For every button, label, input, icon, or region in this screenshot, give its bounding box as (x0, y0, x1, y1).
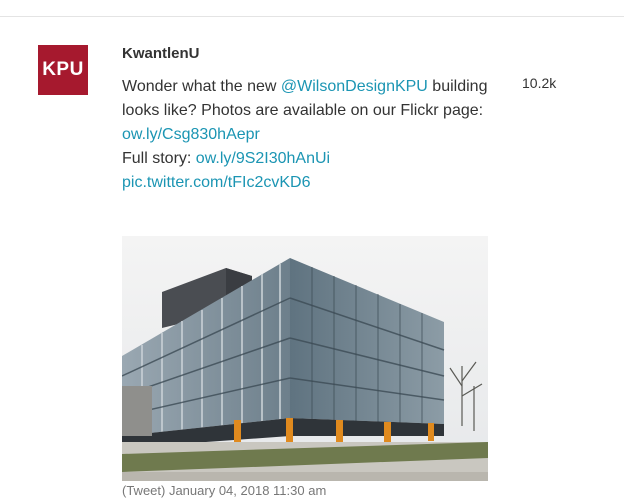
tweet-card[interactable]: KPU KwantlenU Wonder what the new @Wilso… (0, 17, 624, 504)
avatar[interactable]: KPU (38, 45, 88, 95)
story-link[interactable]: ow.ly/9S2I30hAnUi (196, 150, 330, 167)
pic-link[interactable]: pic.twitter.com/tFIc2cvKD6 (122, 174, 311, 191)
author-name[interactable]: KwantlenU (122, 45, 200, 62)
tweet-text-part: Full story: (122, 150, 196, 167)
tweet-photo[interactable] (122, 236, 488, 481)
avatar-logo-text: KPU (42, 59, 84, 80)
flickr-link[interactable]: ow.ly/Csg830hAepr (122, 126, 260, 143)
tweet-text-part: Wonder what the new (122, 78, 281, 95)
engagement-count: 10.2k (522, 75, 557, 91)
tweet-timestamp: (Tweet) January 04, 2018 11:30 am (122, 483, 327, 498)
tweet-text: Wonder what the new @WilsonDesignKPU bui… (122, 75, 502, 195)
building-photo-illustration (122, 236, 488, 481)
mention-link[interactable]: @WilsonDesignKPU (281, 78, 428, 95)
